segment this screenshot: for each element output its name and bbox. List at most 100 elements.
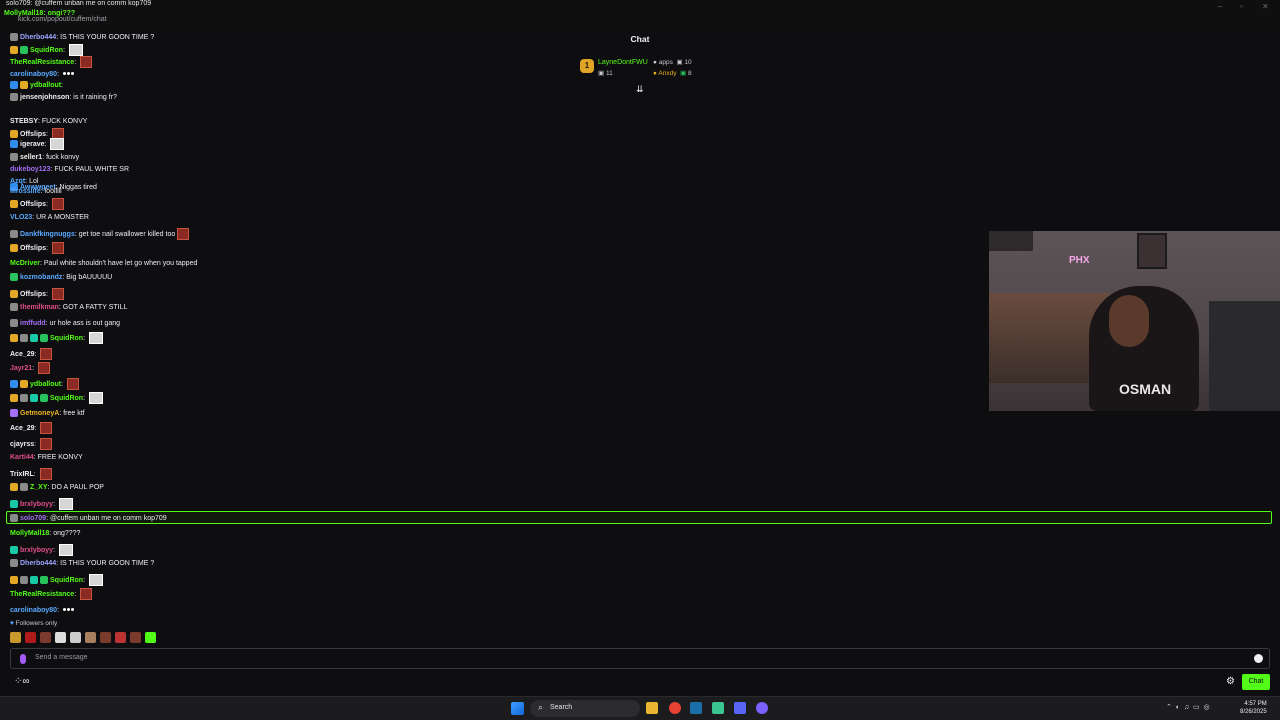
webcam-poster [1137, 233, 1167, 269]
user-badge-icon [10, 230, 18, 238]
chat-username[interactable]: seller1 [20, 154, 42, 161]
user-badge-icon [10, 93, 18, 102]
chat-username[interactable]: solo709 [20, 515, 46, 522]
chat-username[interactable]: Ace_29 [10, 425, 35, 432]
chat-username[interactable]: SquidRon [30, 47, 63, 54]
message-input[interactable]: Send a message [10, 648, 1270, 669]
user-badge-icon [10, 380, 18, 388]
emote-button[interactable] [99, 632, 111, 643]
user-badge-icon [10, 514, 18, 523]
emote-button[interactable] [144, 632, 156, 643]
chat-username[interactable]: Karti44 [10, 454, 34, 461]
emote-button[interactable] [69, 632, 81, 643]
chat-username[interactable]: VLO23 [10, 214, 32, 221]
chat-emote [40, 348, 53, 360]
chat-username[interactable]: SquidRon [50, 395, 83, 402]
chat-username[interactable]: TheRealResistance [10, 591, 74, 598]
chat-bottom-bar: ⁘∞ ⚙ Chat [0, 674, 1280, 694]
chat-username[interactable]: TheRealResistance [10, 59, 74, 66]
chat-username[interactable]: Offslips [20, 245, 46, 252]
user-badge-icon [10, 559, 18, 568]
discord-icon[interactable] [734, 702, 746, 714]
chat-username[interactable]: SquidRon [50, 577, 83, 584]
chat-message-text: IS THIS YOUR GOON TIME ? [60, 34, 155, 41]
chrome-icon[interactable] [669, 702, 681, 714]
search-label: Search [550, 704, 573, 711]
chat-username[interactable]: Ace_29 [10, 351, 35, 358]
chat-username[interactable]: TrixIRL [10, 471, 34, 478]
kick-app-icon[interactable] [712, 702, 724, 714]
chat-username[interactable]: ydballout [30, 82, 61, 89]
gear-icon[interactable]: ⚙ [1226, 676, 1235, 687]
clock-date: 8/26/2025 [1240, 709, 1267, 715]
user-badge-icon [20, 483, 28, 492]
chat-username[interactable]: McDriver [10, 260, 40, 267]
user-badge-icon [10, 319, 18, 328]
chat-message: Ace_29: [10, 348, 53, 360]
taskbar-clock[interactable]: 4:57 PM 8/26/2025 [1240, 700, 1267, 716]
chat-username[interactable]: carolinaboy80 [10, 71, 57, 78]
taskbar-search[interactable]: ⌕ Search [530, 700, 640, 717]
chat-username[interactable]: Jayr21 [10, 365, 32, 372]
emote-button[interactable] [129, 632, 141, 643]
chat-message: TheRealResistance: [10, 588, 93, 600]
emote-button[interactable] [10, 632, 21, 643]
chat-username[interactable]: kozmobandz [20, 274, 62, 281]
chat-username[interactable]: Illrosslife [10, 188, 41, 195]
chat-message-text: GOT A FATTY STILL [62, 304, 128, 311]
chat-separator: : [46, 290, 50, 298]
chat-username[interactable]: igerave [20, 141, 45, 148]
user-badge-icon [10, 46, 18, 54]
chat-username[interactable]: imffudd [20, 320, 46, 327]
chat-username[interactable]: Offslips [20, 201, 46, 208]
chat-username[interactable]: GetmoneyA [20, 410, 59, 417]
chat-username[interactable]: Offslips [20, 131, 46, 138]
system-tray[interactable]: ⌃ ◐ ♫ ▭ ◎ [1166, 703, 1210, 711]
chat-username[interactable]: brxlyboyy [20, 547, 53, 554]
chat-username[interactable]: STEBSY [10, 118, 38, 125]
chat-emote [51, 288, 64, 300]
mic-icon[interactable] [20, 654, 26, 664]
chat-username[interactable]: Dherbo444 [20, 560, 56, 567]
chat-message-text: free ktf [63, 410, 85, 417]
chat-emote [38, 362, 51, 374]
chat-username[interactable]: themilkman [20, 304, 59, 311]
emote-button[interactable] [24, 632, 36, 643]
chat-message-text: FREE KONVY [37, 454, 83, 461]
chat-message-text: ong???? [53, 530, 81, 537]
chat-username[interactable]: Dherbo444 [20, 34, 56, 41]
send-chat-button[interactable]: Chat [1242, 674, 1270, 690]
emote-button[interactable] [54, 632, 66, 643]
chat-username[interactable]: Z_XY [30, 484, 48, 491]
emote-button[interactable] [84, 632, 96, 643]
chat-username[interactable]: MollyMall18 [10, 530, 49, 537]
chat-username[interactable]: jensenjohnson [20, 94, 69, 101]
chat-username[interactable]: ydballout [30, 381, 61, 388]
chat-message-text: is it raining fr? [73, 94, 117, 101]
chat-username[interactable]: cjayrss [10, 441, 34, 448]
chat-separator: : [46, 130, 50, 138]
chat-emote [62, 604, 77, 616]
emote-button[interactable] [39, 632, 51, 643]
windows-start-icon[interactable] [511, 702, 524, 715]
file-explorer-icon[interactable] [646, 702, 658, 714]
chat-username[interactable]: Dankfkingnuggs [20, 231, 75, 238]
infinity-icon[interactable]: ⁘∞ [14, 676, 30, 687]
chat-username[interactable]: dukeboy123 [10, 166, 50, 173]
emoji-icon[interactable] [1254, 654, 1263, 663]
chat-username[interactable]: carolinaboy80 [10, 607, 57, 614]
user-badge-icon [10, 409, 18, 418]
emote-button[interactable] [114, 632, 126, 643]
chat-message-text: fuck konvy [46, 154, 80, 161]
chat-username[interactable]: SquidRon [50, 335, 83, 342]
chat-username[interactable]: Offslips [20, 291, 46, 298]
streamer-webcam: PHX OSMAN [989, 231, 1280, 411]
app-icon[interactable] [756, 702, 768, 714]
chat-separator: : [53, 546, 57, 554]
user-badge-icon [30, 334, 38, 342]
chat-username[interactable]: brxlyboyy [20, 501, 53, 508]
steam-icon[interactable] [690, 702, 702, 714]
chat-message: SquidRon: [10, 332, 103, 344]
chat-message: Dankfkingnuggs: get toe nail swallower k… [10, 228, 190, 240]
chat-separator: : [74, 590, 79, 598]
